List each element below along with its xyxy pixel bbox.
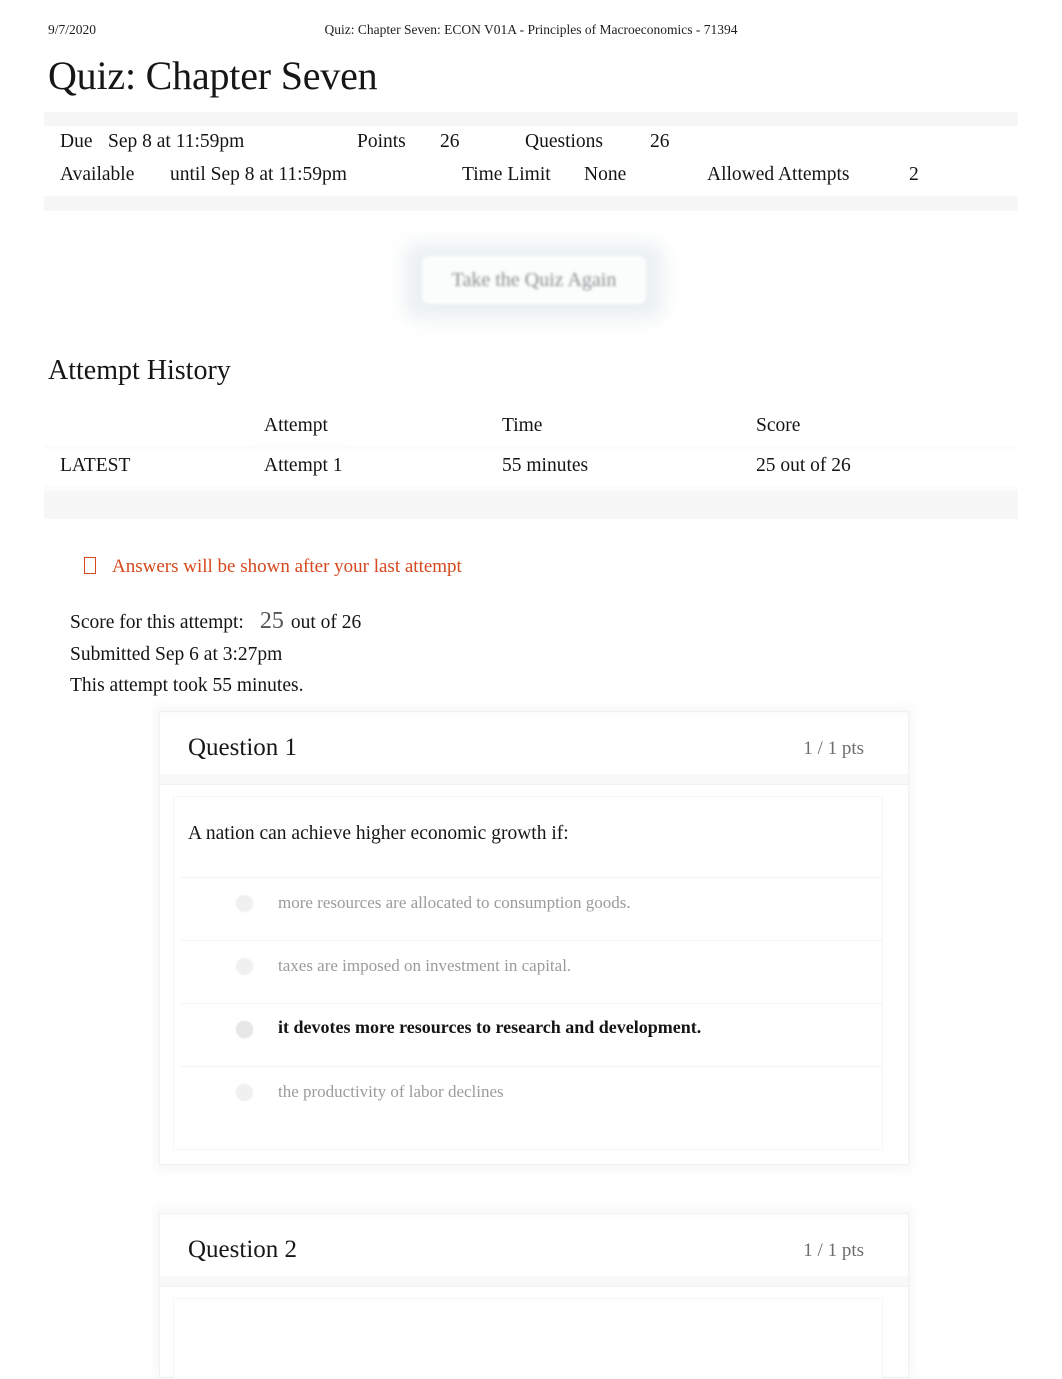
question-1-body: A nation can achieve higher economic gro… (160, 785, 908, 1165)
table-footer-band (44, 491, 1018, 519)
questions-label: Questions (525, 131, 603, 152)
answer-separator (180, 1066, 882, 1067)
question-2-points: 1 / 1 pts (803, 1240, 864, 1261)
take-quiz-again-button[interactable]: Take the Quiz Again (422, 256, 646, 304)
answer-separator (180, 877, 882, 878)
print-document-title: Quiz: Chapter Seven: ECON V01A - Princip… (324, 22, 738, 37)
question-2-inner-box (174, 1299, 882, 1379)
questions-value: 26 (650, 131, 670, 152)
question-1-header: Question 1 1 / 1 pts (160, 712, 908, 785)
allowed-attempts-value: 2 (909, 164, 919, 185)
answer-option[interactable]: the productivity of labor declines (180, 1066, 882, 1129)
question-1-points: 1 / 1 pts (803, 738, 864, 759)
available-label: Available (60, 164, 135, 185)
radio-button-icon[interactable] (237, 896, 252, 911)
answers-notice-text: Answers will be shown after your last at… (112, 556, 462, 577)
time-limit-value: None (584, 164, 627, 185)
question-card-1: Question 1 1 / 1 pts A nation can achiev… (160, 712, 908, 1164)
column-header-attempt: Attempt (264, 415, 328, 436)
take-quiz-again-container[interactable]: Take the Quiz Again (404, 242, 664, 320)
question-2-header: Question 2 1 / 1 pts (160, 1214, 908, 1287)
available-value: until Sep 8 at 11:59pm (170, 164, 347, 185)
attempt-history-table: Attempt Time Score LATEST Attempt 1 55 m… (44, 408, 1018, 520)
score-value: 25 (259, 608, 284, 634)
column-header-time: Time (502, 415, 543, 436)
question-card-2: Question 2 1 / 1 pts (160, 1214, 908, 1379)
column-header-score: Score (756, 415, 801, 436)
table-row: LATEST Attempt 1 55 minutes 25 out of 26 (44, 446, 1018, 491)
answer-option-label: it devotes more resources to research an… (278, 1017, 702, 1037)
answer-option-label: taxes are imposed on investment in capit… (278, 956, 572, 975)
allowed-attempts-label: Allowed Attempts (707, 164, 850, 185)
question-1-title: Question 1 (188, 734, 298, 761)
radio-button-icon[interactable] (237, 1085, 252, 1100)
question-2-body (160, 1287, 908, 1379)
answer-separator (180, 940, 882, 941)
row-time: 55 minutes (502, 455, 589, 476)
answer-option-label: the productivity of labor declines (278, 1082, 504, 1101)
score-out-of: out of 26 (290, 612, 362, 633)
score-summary: Score for this attempt: 25 out of 26 Submi… (70, 606, 361, 702)
answer-option[interactable]: taxes are imposed on investment in capit… (180, 940, 882, 1003)
due-value: Sep 8 at 11:59pm (108, 131, 245, 152)
row-marker-latest: LATEST (60, 455, 131, 476)
score-for-attempt-line: Score for this attempt: 25 out of 26 (70, 606, 361, 639)
question-1-answers: more resources are allocated to consumpt… (180, 877, 882, 1129)
print-header: 9/7/2020 Quiz: Chapter Seven: ECON V01A … (0, 22, 1062, 42)
submitted-line: Submitted Sep 6 at 3:27pm (70, 643, 283, 665)
radio-button-selected-icon[interactable] (237, 1022, 252, 1037)
question-2-title: Question 2 (188, 1236, 298, 1263)
radio-button-icon[interactable] (237, 959, 252, 974)
answer-option-label: more resources are allocated to consumpt… (278, 893, 631, 912)
answer-option[interactable]: more resources are allocated to consumpt… (180, 877, 882, 940)
row-score: 25 out of 26 (756, 455, 851, 476)
info-warning-icon (84, 557, 96, 574)
duration-line: This attempt took 55 minutes. (70, 675, 304, 696)
answer-separator (180, 1003, 882, 1004)
points-label: Points (357, 131, 406, 152)
answer-option-selected[interactable]: it devotes more resources to research an… (180, 1003, 882, 1066)
answers-notice: Answers will be shown after your last at… (84, 556, 462, 578)
time-limit-label: Time Limit (462, 164, 551, 185)
score-label: Score for this attempt: (70, 612, 244, 633)
table-header-row: Attempt Time Score (44, 408, 1018, 446)
question-1-prompt: A nation can achieve higher economic gro… (188, 823, 569, 844)
points-value: 26 (440, 131, 460, 152)
page-title: Quiz: Chapter Seven (48, 53, 378, 98)
attempt-history-heading: Attempt History (48, 355, 231, 386)
due-label: Due (60, 131, 93, 152)
attempt-1-link[interactable]: Attempt 1 (264, 455, 343, 477)
quiz-meta-band: Due Sep 8 at 11:59pm Points 26 Questions… (44, 112, 1018, 211)
